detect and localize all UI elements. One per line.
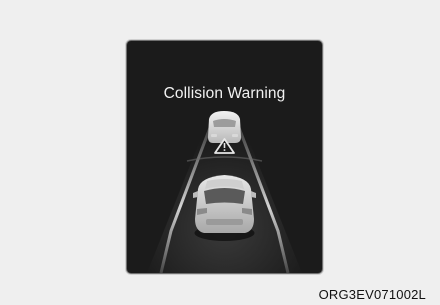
figure-code: ORG3EV071002L [318, 287, 426, 302]
road-scene [147, 111, 302, 273]
own-vehicle-icon [193, 175, 256, 241]
cluster-display: Collision Warning [126, 40, 323, 274]
